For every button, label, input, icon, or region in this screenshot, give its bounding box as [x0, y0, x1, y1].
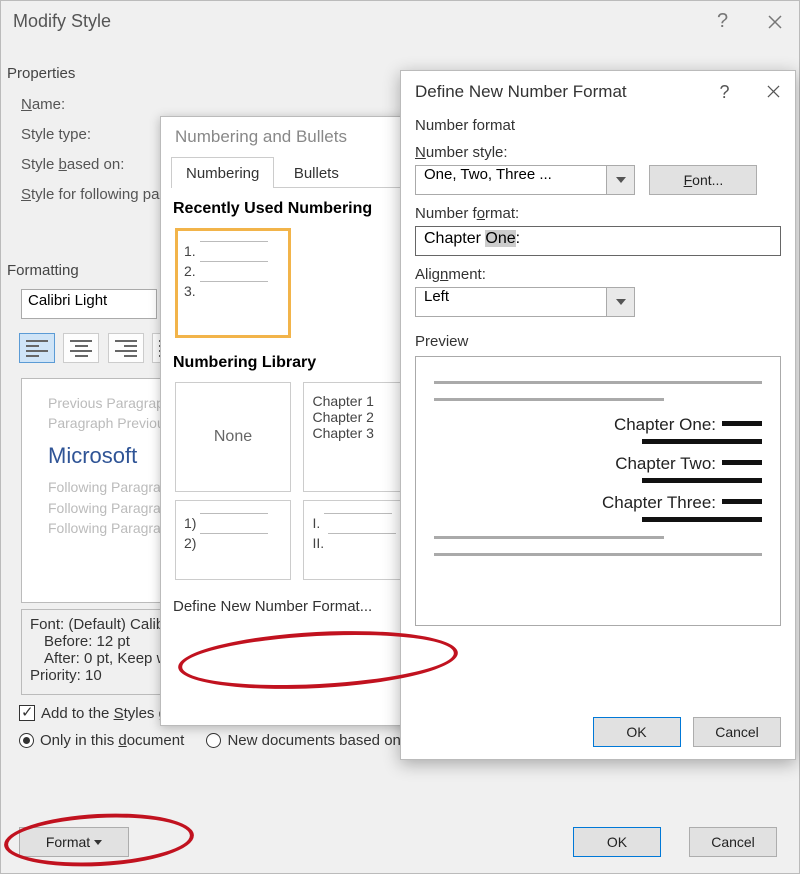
recent-number-format-thumb[interactable]: 1. 2. 3. [175, 228, 291, 338]
name-label: Name: [21, 96, 236, 113]
number-style-combo[interactable]: One, Two, Three ... [415, 165, 635, 195]
library-paren-thumb[interactable]: 1) 2) [175, 500, 291, 580]
close-icon[interactable] [751, 1, 799, 41]
align-left-button[interactable] [19, 333, 55, 363]
preview-area: Chapter One: Chapter Two: Chapter Three: [415, 356, 781, 626]
align-right-button[interactable] [108, 333, 144, 363]
preview-item-label: Chapter Two: [615, 454, 716, 473]
only-this-doc-radio[interactable]: Only in this document [19, 732, 184, 749]
font-button[interactable]: Font... [649, 165, 757, 195]
modify-style-title: Modify Style [1, 1, 799, 41]
number-format-group-header: Number format [415, 117, 781, 134]
tab-bullets[interactable]: Bullets [279, 157, 354, 188]
ok-button[interactable]: OK [593, 717, 681, 747]
preview-header: Preview [415, 333, 781, 350]
help-icon[interactable]: ? [703, 71, 747, 113]
help-icon[interactable]: ? [699, 1, 747, 41]
alignment-combo[interactable]: Left [415, 287, 635, 317]
align-center-button[interactable] [63, 333, 99, 363]
cancel-button[interactable]: Cancel [689, 827, 777, 857]
preview-item-label: Chapter Three: [602, 493, 716, 512]
chevron-down-icon [606, 166, 634, 194]
define-number-format-dialog: Define New Number Format ? Number format… [400, 70, 796, 760]
preview-item-label: Chapter One: [614, 415, 716, 434]
tab-numbering[interactable]: Numbering [171, 157, 274, 188]
chevron-down-icon [606, 288, 634, 316]
chevron-down-icon [94, 840, 102, 845]
ok-button[interactable]: OK [573, 827, 661, 857]
alignment-label: Alignment: [415, 266, 781, 283]
number-format-label: Number format: [415, 205, 781, 222]
cancel-button[interactable]: Cancel [693, 717, 781, 747]
library-none-thumb[interactable]: None [175, 382, 291, 492]
font-name-combo[interactable]: Calibri Light [21, 289, 157, 319]
number-style-label: Number style: [415, 144, 781, 161]
close-icon[interactable] [751, 71, 795, 113]
number-format-input[interactable]: Chapter One: [415, 226, 781, 256]
format-button[interactable]: Format [19, 827, 129, 857]
